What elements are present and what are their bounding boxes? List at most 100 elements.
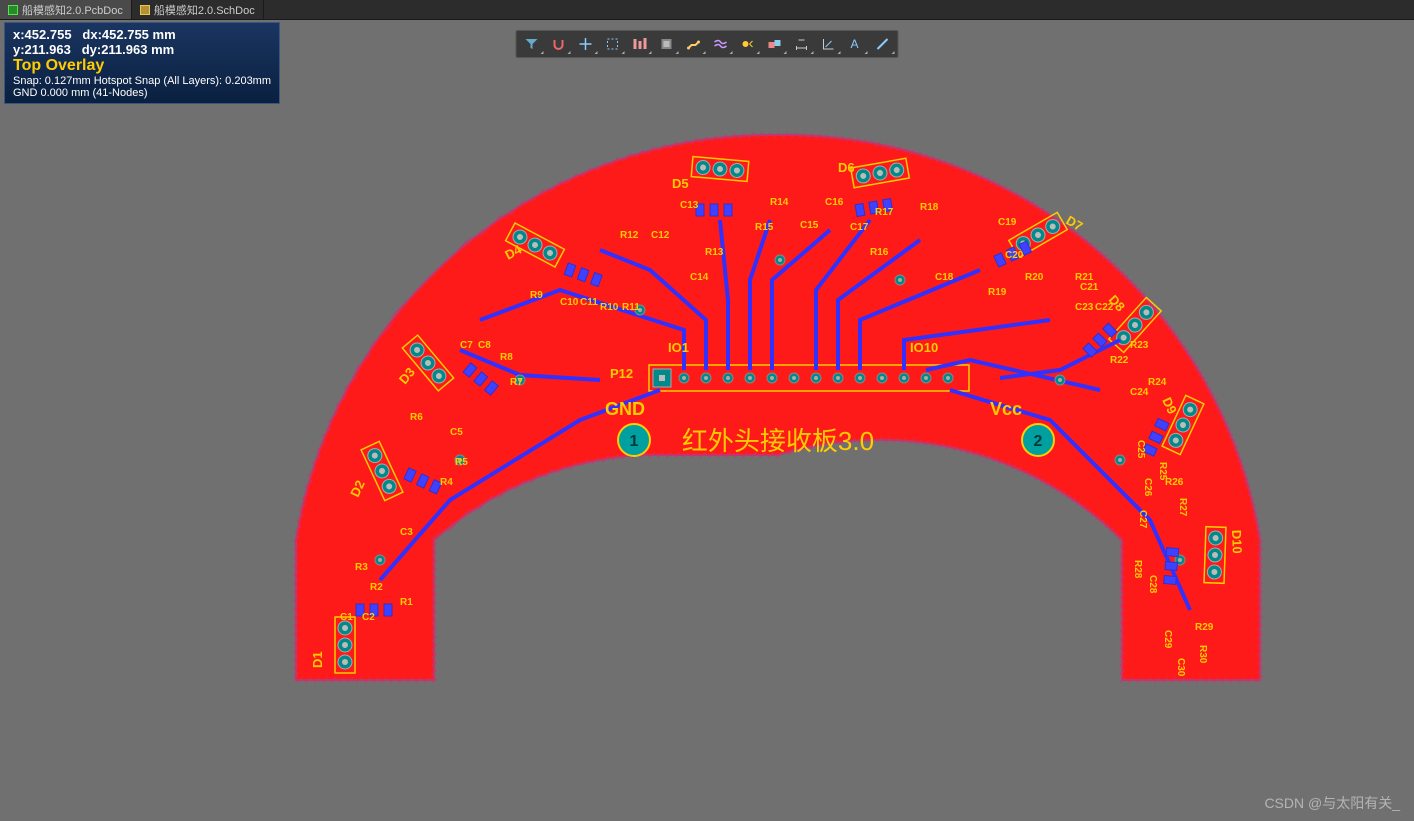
svg-text:C27: C27 bbox=[1137, 510, 1148, 529]
svg-text:C17: C17 bbox=[850, 222, 869, 233]
tab-label: 船模感知2.0.SchDoc bbox=[154, 2, 255, 18]
svg-text:C16: C16 bbox=[825, 197, 844, 208]
snap-info: Snap: 0.127mm Hotspot Snap (All Layers):… bbox=[13, 75, 271, 87]
svg-text:R1: R1 bbox=[400, 597, 413, 608]
svg-text:GND: GND bbox=[605, 399, 645, 419]
svg-text:R21: R21 bbox=[1075, 272, 1094, 283]
svg-text:R16: R16 bbox=[870, 247, 889, 258]
svg-text:IO10: IO10 bbox=[910, 340, 938, 355]
svg-text:C18: C18 bbox=[935, 272, 954, 283]
svg-text:R19: R19 bbox=[988, 287, 1007, 298]
document-tabs: 船模感知2.0.PcbDoc 船模感知2.0.SchDoc bbox=[0, 0, 1414, 20]
svg-text:D10: D10 bbox=[1229, 530, 1245, 554]
svg-text:Vcc: Vcc bbox=[990, 399, 1022, 419]
svg-text:R20: R20 bbox=[1025, 272, 1044, 283]
svg-text:R28: R28 bbox=[1132, 560, 1143, 579]
heads-up-display: x:452.755 dx:452.755 mm y:211.963 dy:211… bbox=[4, 22, 280, 104]
svg-text:R10: R10 bbox=[600, 302, 619, 313]
svg-text:C19: C19 bbox=[998, 217, 1017, 228]
svg-text:C2: C2 bbox=[362, 612, 375, 623]
svg-text:C8: C8 bbox=[478, 340, 491, 351]
svg-text:C3: C3 bbox=[400, 527, 413, 538]
svg-text:C29: C29 bbox=[1162, 630, 1173, 649]
svg-text:R17: R17 bbox=[875, 207, 894, 218]
svg-text:C15: C15 bbox=[800, 220, 819, 231]
selection-button[interactable] bbox=[600, 33, 626, 55]
watermark: CSDN @与太阳有关_ bbox=[1264, 793, 1400, 813]
header-d1 bbox=[335, 617, 355, 673]
pcb-canvas[interactable]: 1 2 GND Vcc bbox=[0, 20, 1414, 821]
svg-text:R6: R6 bbox=[410, 412, 423, 423]
pcb-icon bbox=[8, 5, 18, 15]
tab-label: 船模感知2.0.PcbDoc bbox=[22, 2, 123, 18]
route-button[interactable] bbox=[681, 33, 707, 55]
svg-text:C7: C7 bbox=[460, 340, 473, 351]
svg-text:C12: C12 bbox=[651, 230, 670, 241]
board-body bbox=[296, 135, 1260, 680]
svg-text:R13: R13 bbox=[705, 247, 724, 258]
snap-button[interactable] bbox=[546, 33, 572, 55]
board-title: 红外头接收板3.0 bbox=[682, 426, 874, 456]
coord-line-2: y:211.963 dy:211.963 mm bbox=[13, 42, 271, 57]
align-button[interactable] bbox=[627, 33, 653, 55]
svg-text:R18: R18 bbox=[920, 202, 939, 213]
svg-text:C24: C24 bbox=[1130, 387, 1149, 398]
svg-text:C22: C22 bbox=[1095, 302, 1114, 313]
svg-text:C5: C5 bbox=[450, 427, 463, 438]
svg-text:C11: C11 bbox=[580, 297, 598, 308]
svg-text:R15: R15 bbox=[755, 222, 774, 233]
net-info: GND 0.000 mm (41-Nodes) bbox=[13, 87, 271, 99]
svg-text:C13: C13 bbox=[680, 200, 699, 211]
svg-text:R29: R29 bbox=[1195, 622, 1214, 633]
svg-text:R9: R9 bbox=[530, 290, 543, 301]
diff-pair-button[interactable] bbox=[708, 33, 734, 55]
svg-text:C23: C23 bbox=[1075, 302, 1094, 313]
svg-text:C14: C14 bbox=[690, 272, 709, 283]
svg-text:R5: R5 bbox=[455, 457, 468, 468]
svg-text:R26: R26 bbox=[1165, 477, 1184, 488]
svg-text:P12: P12 bbox=[610, 366, 633, 381]
svg-text:R11: R11 bbox=[622, 302, 640, 313]
svg-text:R12: R12 bbox=[620, 230, 639, 241]
svg-text:R14: R14 bbox=[770, 197, 789, 208]
component-button[interactable] bbox=[654, 33, 680, 55]
svg-text:C26: C26 bbox=[1142, 478, 1153, 497]
svg-text:C25: C25 bbox=[1135, 440, 1146, 459]
text-button[interactable]: A bbox=[843, 33, 869, 55]
svg-text:IO1: IO1 bbox=[668, 340, 689, 355]
sch-icon bbox=[140, 5, 150, 15]
svg-text:D5: D5 bbox=[672, 176, 689, 191]
filter-button[interactable] bbox=[519, 33, 545, 55]
tab-schdoc[interactable]: 船模感知2.0.SchDoc bbox=[132, 0, 264, 19]
svg-text:C28: C28 bbox=[1147, 575, 1158, 594]
svg-text:A: A bbox=[851, 37, 859, 51]
svg-text:C21: C21 bbox=[1080, 282, 1099, 293]
svg-text:C20: C20 bbox=[1005, 250, 1024, 261]
svg-text:C1: C1 bbox=[340, 612, 353, 623]
svg-text:R7: R7 bbox=[510, 377, 523, 388]
dimension-button[interactable] bbox=[789, 33, 815, 55]
coord-line-1: x:452.755 dx:452.755 mm bbox=[13, 27, 271, 42]
polygon-button[interactable] bbox=[762, 33, 788, 55]
svg-text:D1: D1 bbox=[310, 651, 325, 668]
current-layer: Top Overlay bbox=[13, 57, 271, 75]
tab-pcbdoc[interactable]: 船模感知2.0.PcbDoc bbox=[0, 0, 132, 19]
svg-text:R2: R2 bbox=[370, 582, 383, 593]
svg-text:R3: R3 bbox=[355, 562, 368, 573]
line-button[interactable] bbox=[870, 33, 896, 55]
active-bar: A bbox=[516, 30, 899, 58]
svg-text:R30: R30 bbox=[1197, 645, 1208, 664]
svg-text:R23: R23 bbox=[1130, 340, 1149, 351]
svg-text:R8: R8 bbox=[500, 352, 513, 363]
svg-text:C10: C10 bbox=[560, 297, 579, 308]
svg-text:R27: R27 bbox=[1177, 498, 1188, 517]
crosshair-button[interactable] bbox=[573, 33, 599, 55]
svg-text:R24: R24 bbox=[1148, 377, 1167, 388]
pad2-label: 2 bbox=[1034, 433, 1043, 450]
svg-text:C30: C30 bbox=[1175, 658, 1186, 677]
svg-text:D6: D6 bbox=[838, 160, 855, 175]
via-button[interactable] bbox=[735, 33, 761, 55]
measure-button[interactable] bbox=[816, 33, 842, 55]
svg-text:R4: R4 bbox=[440, 477, 453, 488]
pad1-label: 1 bbox=[630, 433, 639, 450]
